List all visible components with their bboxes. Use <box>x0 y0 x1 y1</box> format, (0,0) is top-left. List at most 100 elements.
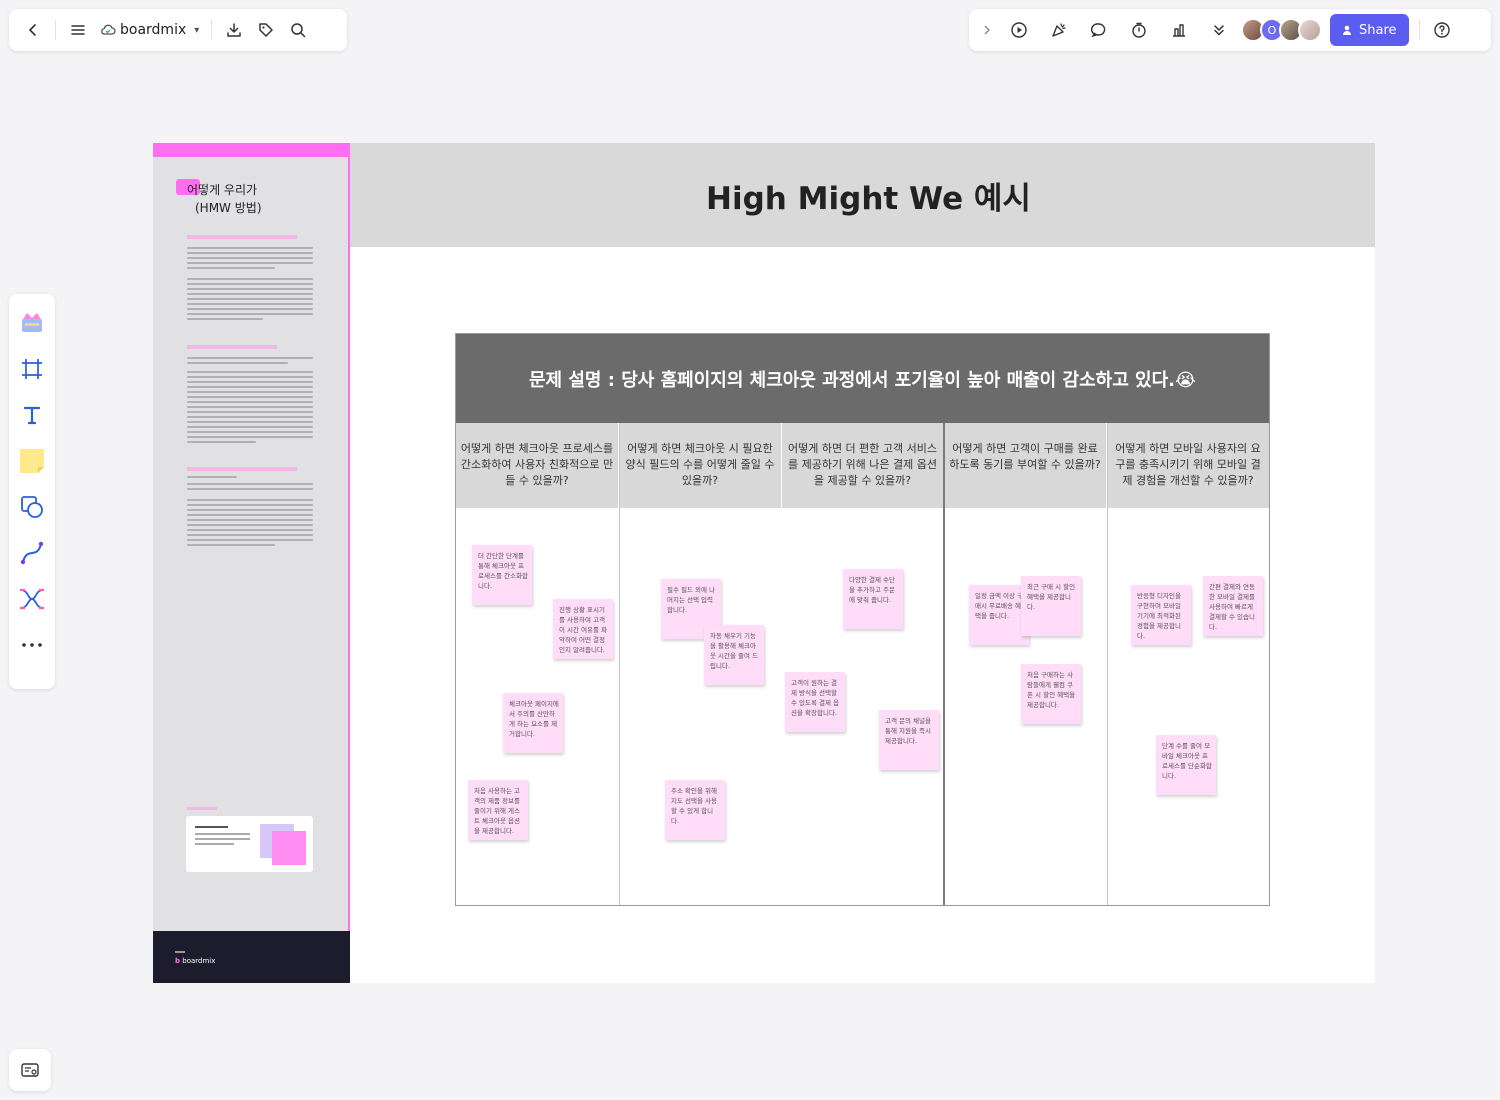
more-tools-button[interactable] <box>1203 14 1235 46</box>
share-label: Share <box>1359 22 1397 38</box>
text-tool[interactable] <box>14 397 50 433</box>
hmw-info-panel[interactable]: 어떻게 우리가 (HMW 방법) b boardmix <box>153 143 350 983</box>
vote-icon <box>1173 24 1185 37</box>
minimap-icon <box>21 1063 39 1077</box>
hmw-frame[interactable]: 문제 설명 : 당사 홈페이지의 체크아웃 과정에서 포기율이 높아 매출이 감… <box>455 333 1270 906</box>
footer-brand: boardmix <box>182 957 216 965</box>
minimap-button[interactable] <box>9 1049 51 1091</box>
collaborator-avatars[interactable]: O <box>1241 18 1322 42</box>
sticky-note[interactable]: 주소 확인을 위해 지도 선택을 사용할 수 있게 합니다. <box>665 780 725 840</box>
collapse-toolbar-button[interactable] <box>977 14 997 46</box>
sticky-note[interactable]: 자동 채우기 기능을 활용해 체크아웃 시간을 줄여 드립니다. <box>704 625 764 685</box>
search-icon <box>291 23 306 38</box>
sticky-sample-card[interactable] <box>186 816 313 872</box>
text-block <box>187 278 313 323</box>
sticky-note[interactable]: 단계 수를 줄여 모바일 체크아웃 프로세스를 단순화합니다. <box>1156 735 1216 795</box>
more-tools-button[interactable] <box>14 627 50 663</box>
timer-icon <box>1132 22 1146 38</box>
sticky-note[interactable]: 반응형 디자인을 구현하여 모바일 기기에 최적화된 경험을 제공합니다. <box>1131 585 1191 645</box>
text-block <box>187 371 313 446</box>
help-button[interactable] <box>1426 14 1458 46</box>
sticky-note[interactable]: 고객이 원하는 결제 방식을 선택할 수 있도록 결제 옵션을 확장합니다. <box>785 672 845 732</box>
connector-tool[interactable] <box>14 535 50 571</box>
text-block <box>195 826 250 845</box>
double-chevron-down-icon <box>1214 25 1224 36</box>
sticky-note-icon <box>20 449 44 473</box>
text-block <box>187 499 313 549</box>
toolbar-divider <box>1418 20 1420 40</box>
search-button[interactable] <box>282 14 314 46</box>
text-block <box>187 476 313 493</box>
celebrate-button[interactable] <box>1043 14 1075 46</box>
section-heading <box>187 235 297 239</box>
panel-heading-line: 어떻게 우리가 <box>187 183 258 197</box>
question-header: 어떻게 하면 체크아웃 프로세스를 간소화하여 사용자 친화적으로 만들 수 있… <box>456 423 619 508</box>
chevron-right-icon <box>984 25 990 35</box>
problem-statement: 문제 설명 : 당사 홈페이지의 체크아웃 과정에서 포기율이 높아 매출이 감… <box>456 334 1269 423</box>
party-popper-icon <box>1052 23 1066 37</box>
sticky-note[interactable]: 처음 구매하는 사람들에게 웰컴 쿠폰 시 할인 혜택을 제공합니다. <box>1021 664 1081 724</box>
back-button[interactable] <box>17 14 49 46</box>
comment-button[interactable] <box>1083 14 1115 46</box>
sticky-note[interactable]: 진행 상황 표시기를 사용하여 고객이 시간 여유를 파악하여 어떤 결정인지 … <box>553 599 613 659</box>
ellipsis-icon <box>22 643 42 647</box>
question-header: 어떻게 하면 모바일 사용자의 요구를 충족시키기 위해 모바일 결제 경험을 … <box>1107 423 1269 508</box>
board-name-dropdown[interactable]: boardmix ▾ <box>94 14 205 46</box>
column-divider <box>1107 423 1108 905</box>
present-button[interactable] <box>1003 14 1035 46</box>
toolbar-divider <box>211 20 213 40</box>
question-header: 어떻게 하면 고객이 구매를 완료하도록 동기를 부여할 수 있을까? <box>944 423 1107 508</box>
panel-header-bar <box>153 143 348 157</box>
menu-button[interactable] <box>62 14 94 46</box>
shape-tool[interactable] <box>14 489 50 525</box>
section-heading <box>187 467 297 471</box>
sticky-note[interactable]: 체크아웃 페이지에서 주의를 산만하게 하는 요소를 제거합니다. <box>503 693 563 753</box>
sticky-note[interactable]: 최근 구매 시 할인 혜택을 제공합니다. <box>1021 576 1081 636</box>
comment-icon <box>1090 23 1106 38</box>
mindmap-icon <box>20 588 44 610</box>
avatar[interactable] <box>1298 18 1322 42</box>
tag-button[interactable] <box>250 14 282 46</box>
play-icon <box>1011 22 1027 38</box>
question-header: 어떻게 하면 더 편한 고객 서비스를 제공하기 위해 나은 결제 옵션을 제공… <box>782 423 944 508</box>
sticky-note[interactable]: 고객 문의 채널을 통해 지원을 즉시 제공합니다. <box>879 710 939 770</box>
hamburger-menu-icon <box>71 25 85 35</box>
curve-connector-icon <box>20 541 44 565</box>
vote-button[interactable] <box>1163 14 1195 46</box>
template-tool[interactable] <box>14 305 50 341</box>
sticky-note[interactable]: 다양한 결제 수단을 추가하고 주문에 맞춰 줍니다. <box>843 569 903 629</box>
sticky-note[interactable]: 간편 결제와 연동한 모바일 결제를 사용하여 빠르게 결제할 수 있습니다. <box>1203 576 1263 636</box>
download-icon <box>227 23 242 37</box>
user-plus-icon <box>1343 25 1351 35</box>
help-icon <box>1433 22 1450 38</box>
text-icon <box>23 406 41 425</box>
sticky-note[interactable]: 처음 사용하는 고객의 제품 정보를 줄이기 위해 게스트 체크아웃 옵션을 제… <box>468 780 528 840</box>
top-left-toolbar: boardmix ▾ <box>9 9 347 51</box>
tag-icon <box>259 23 274 37</box>
sticky-note[interactable]: 더 간단한 단계를 통해 체크아웃 프로세스를 간소화합니다. <box>472 545 532 605</box>
history-button[interactable] <box>1123 14 1155 46</box>
mindmap-tool[interactable] <box>14 581 50 617</box>
text-block <box>187 357 313 367</box>
whiteboard-canvas[interactable]: 어떻게 우리가 (HMW 방법) b boardmix High Might W… <box>153 143 1375 983</box>
sticky-note-tool[interactable] <box>14 443 50 479</box>
panel-heading-line: (HMW 방법) <box>195 201 262 215</box>
question-header: 어떻게 하면 체크아웃 시 필요한 양식 필드의 수를 어떻게 줄일 수 있을까… <box>619 423 782 508</box>
top-right-toolbar: O Share <box>969 9 1491 51</box>
download-button[interactable] <box>218 14 250 46</box>
panel-heading: 어떻게 우리가 (HMW 방법) <box>187 181 262 217</box>
board-title: High Might We 예시 <box>706 180 1031 217</box>
board-name: boardmix <box>120 22 187 38</box>
footer-label <box>175 951 185 953</box>
frame-icon <box>22 359 42 379</box>
frame-tool[interactable] <box>14 351 50 387</box>
sticky-note[interactable]: 일정 금액 이상 구매시 무료배송 혜택을 줍니다. <box>969 585 1029 645</box>
chevron-down-icon: ▾ <box>194 24 200 36</box>
toolbar-divider <box>55 20 56 40</box>
left-tool-palette <box>9 294 55 689</box>
text-block <box>187 247 313 272</box>
share-button[interactable]: Share <box>1330 14 1409 46</box>
sample-sticky-pink <box>272 831 306 865</box>
chevron-left-icon <box>29 24 36 36</box>
section-heading <box>187 807 217 810</box>
